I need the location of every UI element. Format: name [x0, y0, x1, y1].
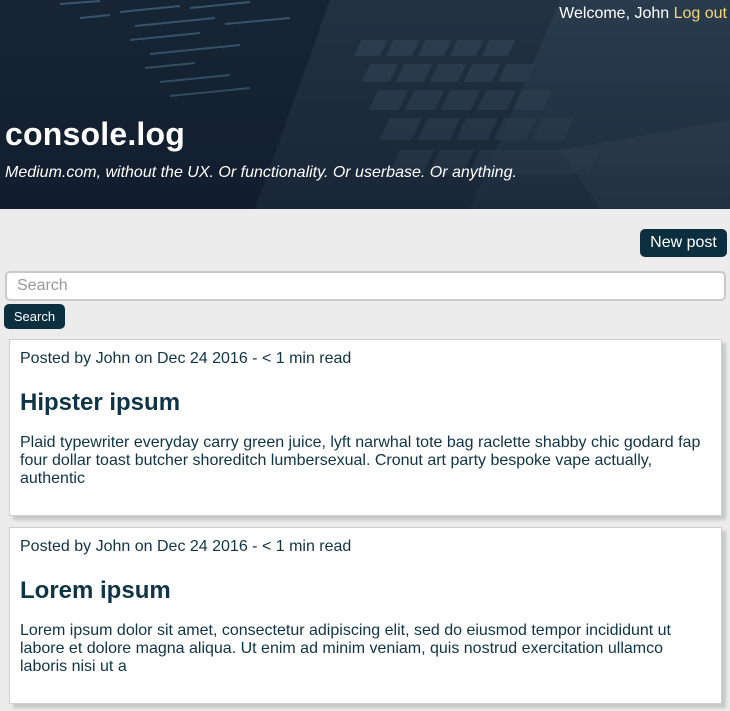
site-tagline: Medium.com, without the UX. Or functiona…	[5, 164, 517, 181]
site-title: console.log	[5, 116, 185, 152]
post-card: Posted by John on Dec 24 2016 - < 1 min …	[9, 527, 722, 704]
new-post-button[interactable]: New post	[640, 229, 727, 257]
post-card: Posted by John on Dec 24 2016 - < 1 min …	[9, 339, 722, 516]
post-title[interactable]: Hipster ipsum	[20, 389, 711, 417]
search-button[interactable]: Search	[4, 304, 65, 329]
post-title[interactable]: Lorem ipsum	[20, 577, 711, 605]
hero-banner: Welcome, John Log out console.log Medium…	[0, 0, 730, 209]
post-excerpt: Lorem ipsum dolor sit amet, consectetur …	[20, 622, 671, 675]
welcome-message: Welcome, John Log out	[559, 5, 727, 23]
search-input[interactable]	[5, 271, 726, 301]
post-excerpt: Plaid typewriter everyday carry green ju…	[20, 434, 701, 487]
post-meta: Posted by John on Dec 24 2016 - < 1 min …	[20, 538, 352, 555]
welcome-text: Welcome, John	[559, 5, 670, 22]
logout-link[interactable]: Log out	[674, 5, 727, 22]
post-meta: Posted by John on Dec 24 2016 - < 1 min …	[20, 350, 352, 367]
